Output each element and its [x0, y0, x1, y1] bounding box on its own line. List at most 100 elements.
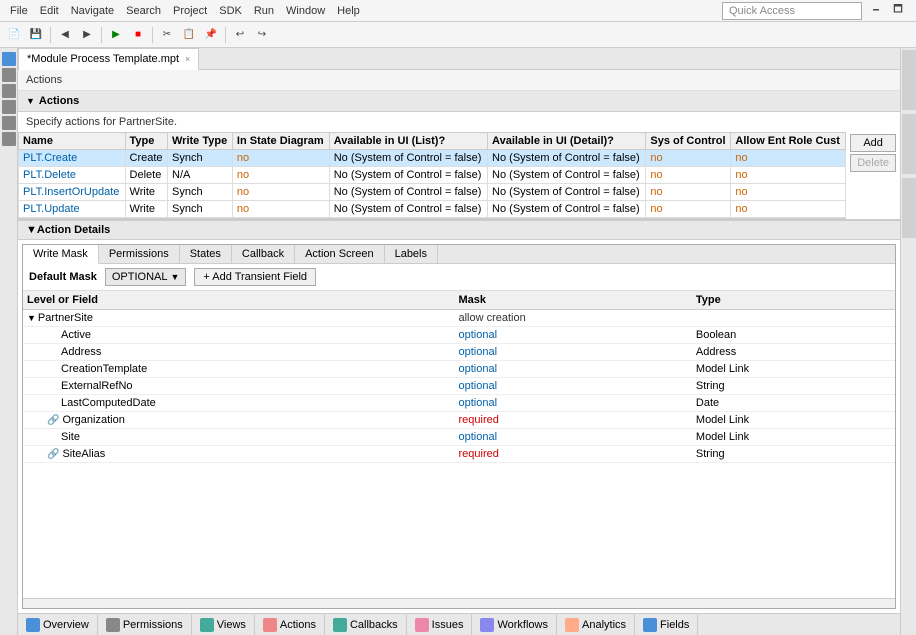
field-row[interactable]: Address optional Address	[23, 344, 895, 361]
details-arrow-icon: ▼	[26, 224, 37, 236]
forward-btn-icon[interactable]: ▶	[77, 25, 97, 45]
menu-window[interactable]: Window	[280, 3, 331, 19]
actions-icon	[263, 618, 277, 632]
cell-name[interactable]: PLT.Update	[19, 201, 126, 218]
field-col-level: Level or Field	[23, 291, 454, 310]
field-table-wrapper[interactable]: Level or Field Mask Type ▼PartnerSite al…	[23, 291, 895, 598]
menu-file[interactable]: File	[4, 3, 34, 19]
quick-access-input[interactable]: Quick Access	[722, 2, 862, 20]
field-row[interactable]: LastComputedDate optional Date	[23, 395, 895, 412]
field-row[interactable]: ▼PartnerSite allow creation	[23, 310, 895, 327]
cell-name[interactable]: PLT.Delete	[19, 167, 126, 184]
cell-sys-control: no	[646, 167, 731, 184]
cell-allow: no	[731, 184, 846, 201]
menu-sdk[interactable]: SDK	[213, 3, 248, 19]
collapse-header-label: Actions	[39, 95, 79, 107]
run-btn-icon[interactable]: ▶	[106, 25, 126, 45]
sidebar-icon-2[interactable]	[2, 68, 16, 82]
sidebar-icon-3[interactable]	[2, 84, 16, 98]
bottom-tab-analytics[interactable]: Analytics	[557, 614, 635, 635]
bottom-tab-label: Workflows	[497, 619, 548, 631]
paste-btn-icon[interactable]: 📌	[201, 25, 221, 45]
cell-avail-detail: No (System of Control = false)	[488, 167, 646, 184]
editor-tab-title: *Module Process Template.mpt	[27, 53, 179, 65]
right-sidebar-panel-2[interactable]	[902, 114, 916, 174]
inner-tab-callback[interactable]: Callback	[232, 245, 295, 263]
action-details-header[interactable]: ▼ Action Details	[18, 220, 900, 240]
cell-type: Write	[125, 201, 167, 218]
tab-close-icon[interactable]: ×	[185, 54, 190, 64]
right-sidebar-panel-3[interactable]	[902, 178, 916, 238]
workflows-icon	[480, 618, 494, 632]
field-row[interactable]: 🔗Organization required Model Link	[23, 412, 895, 429]
horizontal-scrollbar[interactable]	[23, 598, 895, 608]
menu-navigate[interactable]: Navigate	[65, 3, 120, 19]
col-allow: Allow Ent Role Cust	[731, 133, 846, 150]
left-sidebar	[0, 48, 18, 635]
sidebar-icon-6[interactable]	[2, 132, 16, 146]
undo-btn-icon[interactable]: ↩	[230, 25, 250, 45]
menu-search[interactable]: Search	[120, 3, 167, 19]
new-btn-icon[interactable]: 📄	[4, 25, 24, 45]
back-btn-icon[interactable]: ◀	[55, 25, 75, 45]
cell-avail-list: No (System of Control = false)	[329, 150, 487, 167]
right-sidebar-panel-1[interactable]	[902, 50, 916, 110]
bottom-tab-label: Analytics	[582, 619, 626, 631]
sidebar-icon-5[interactable]	[2, 116, 16, 130]
field-row[interactable]: ExternalRefNo optional String	[23, 378, 895, 395]
bottom-tab-workflows[interactable]: Workflows	[472, 614, 557, 635]
inner-tab-labels[interactable]: Labels	[385, 245, 438, 263]
inner-tab-states[interactable]: States	[180, 245, 232, 263]
bottom-tab-actions[interactable]: Actions	[255, 614, 325, 635]
inner-tab-write-mask[interactable]: Write Mask	[23, 245, 99, 264]
default-mask-label: Default Mask	[29, 271, 97, 283]
bottom-tab-issues[interactable]: Issues	[407, 614, 473, 635]
write-mask-content: Default Mask OPTIONAL ▼ + Add Transient …	[23, 264, 895, 608]
add-button[interactable]: Add	[850, 134, 896, 152]
window-maximize-icon[interactable]: 🗖	[888, 1, 908, 21]
menu-edit[interactable]: Edit	[34, 3, 65, 19]
add-transient-field-button[interactable]: + Add Transient Field	[194, 268, 316, 286]
table-row[interactable]: PLT.Update Write Synch no No (System of …	[19, 201, 846, 218]
table-row[interactable]: PLT.InsertOrUpdate Write Synch no No (Sy…	[19, 184, 846, 201]
cell-name[interactable]: PLT.Create	[19, 150, 126, 167]
field-cell-name: CreationTemplate	[23, 361, 454, 378]
bottom-tab-views[interactable]: Views	[192, 614, 255, 635]
field-row[interactable]: Site optional Model Link	[23, 429, 895, 446]
bottom-tab-label: Issues	[432, 619, 464, 631]
editor-tab-mpt[interactable]: *Module Process Template.mpt ×	[18, 48, 199, 70]
optional-button[interactable]: OPTIONAL ▼	[105, 268, 187, 286]
bottom-tab-fields[interactable]: Fields	[635, 614, 698, 635]
copy-btn-icon[interactable]: 📋	[179, 25, 199, 45]
save-btn-icon[interactable]: 💾	[26, 25, 46, 45]
table-row[interactable]: PLT.Delete Delete N/A no No (System of C…	[19, 167, 846, 184]
bottom-tabs: OverviewPermissionsViewsActionsCallbacks…	[18, 613, 900, 635]
field-row[interactable]: 🔗SiteAlias required String	[23, 446, 895, 463]
inner-tab-permissions[interactable]: Permissions	[99, 245, 180, 263]
sidebar-icon-1[interactable]	[2, 52, 16, 66]
table-row[interactable]: PLT.Create Create Synch no No (System of…	[19, 150, 846, 167]
bottom-tab-callbacks[interactable]: Callbacks	[325, 614, 407, 635]
field-row[interactable]: Active optional Boolean	[23, 327, 895, 344]
delete-button[interactable]: Delete	[850, 154, 896, 172]
actions-collapse-header[interactable]: ▼ Actions	[18, 91, 900, 112]
menu-run[interactable]: Run	[248, 3, 280, 19]
cell-avail-detail: No (System of Control = false)	[488, 201, 646, 218]
menu-project[interactable]: Project	[167, 3, 213, 19]
cell-in-state: no	[232, 150, 329, 167]
bottom-tab-overview[interactable]: Overview	[18, 614, 98, 635]
menu-help[interactable]: Help	[331, 3, 366, 19]
bottom-tab-permissions[interactable]: Permissions	[98, 614, 192, 635]
cell-name[interactable]: PLT.InsertOrUpdate	[19, 184, 126, 201]
inner-tab-action-screen[interactable]: Action Screen	[295, 245, 384, 263]
actions-table-wrapper[interactable]: Name Type Write Type In State Diagram Av…	[18, 132, 846, 219]
field-row[interactable]: CreationTemplate optional Model Link	[23, 361, 895, 378]
tree-expand-icon[interactable]: ▼	[27, 313, 36, 323]
cut-btn-icon[interactable]: ✂	[157, 25, 177, 45]
stop-btn-icon[interactable]: ■	[128, 25, 148, 45]
redo-btn-icon[interactable]: ↪	[252, 25, 272, 45]
col-in-state: In State Diagram	[232, 133, 329, 150]
sidebar-icon-4[interactable]	[2, 100, 16, 114]
window-minimize-icon[interactable]: 🗕	[866, 1, 886, 21]
cell-allow: no	[731, 167, 846, 184]
